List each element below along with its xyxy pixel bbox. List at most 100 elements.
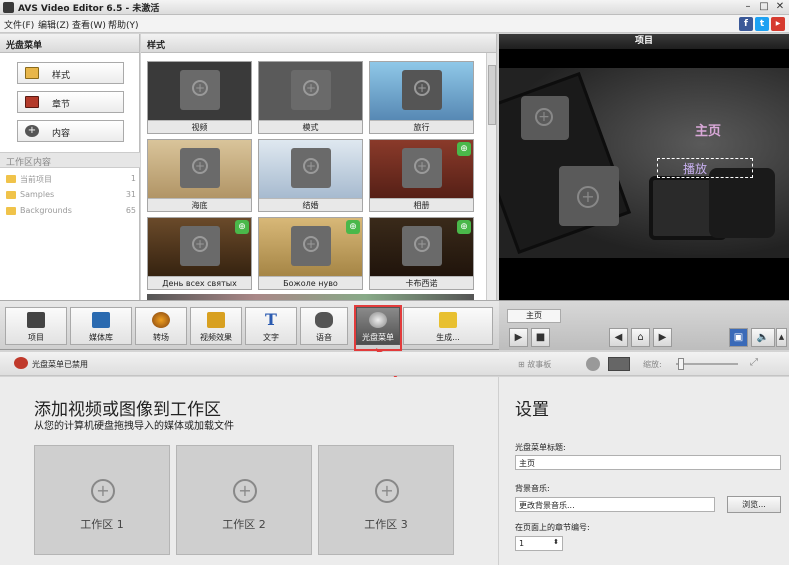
menu-title-input[interactable]: 主页 bbox=[515, 455, 781, 470]
folder-icon bbox=[6, 175, 16, 183]
snapshot-icon[interactable]: ▣ bbox=[729, 328, 748, 347]
workspace-header: 工作区内容 bbox=[0, 152, 140, 168]
nav-chapter-button[interactable]: 章节 bbox=[17, 91, 124, 113]
monitor-icon[interactable] bbox=[608, 357, 630, 371]
thumb-label: 模式 bbox=[259, 120, 362, 133]
toolbar-label: 文字 bbox=[263, 333, 279, 342]
media-library-icon bbox=[92, 312, 110, 328]
style-thumb-undersea[interactable]: + 海底 bbox=[147, 139, 252, 212]
style-thumb-travel[interactable]: + 旅行 bbox=[369, 61, 474, 134]
facebook-icon[interactable]: f bbox=[739, 17, 753, 31]
toolbar-label: 生成... bbox=[436, 333, 460, 342]
nav-chapter-label: 章节 bbox=[52, 100, 71, 110]
media-library-button[interactable]: 媒体库 bbox=[70, 307, 132, 345]
download-badge-icon: ⊕ bbox=[457, 220, 471, 234]
menu-bar: 文件(F) 编辑(Z) 查看(W) 帮助(Y) f t ▶ bbox=[0, 15, 789, 33]
preview-header: 项目 bbox=[499, 34, 789, 49]
menu-view[interactable]: 查看(W) bbox=[72, 18, 106, 31]
twitter-icon[interactable]: t bbox=[755, 17, 769, 31]
window-title: AVS Video Editor 6.5 - 未激活 bbox=[18, 4, 160, 14]
page-tab[interactable]: 主页 bbox=[507, 309, 561, 323]
microphone-icon bbox=[315, 312, 333, 328]
zone-label: 工作区 3 bbox=[364, 518, 408, 531]
thumb-label: 海底 bbox=[148, 198, 251, 211]
preview-title-text[interactable]: 主页 bbox=[695, 120, 721, 139]
plus-icon: + bbox=[192, 80, 208, 96]
thumb-label: Божоле нуво bbox=[259, 276, 362, 289]
stepper-arrows-icon[interactable]: ⬍ bbox=[553, 538, 559, 546]
transitions-button[interactable]: 转场 bbox=[135, 307, 187, 345]
disc-menu-status: 光盘菜单已禁用 bbox=[14, 357, 98, 372]
maximize-button[interactable]: □ bbox=[757, 1, 771, 13]
plus-icon: + bbox=[233, 479, 257, 503]
text-icon: T bbox=[265, 310, 277, 329]
workspace-subtitle: 从您的计算机硬盘拖拽导入的媒体或加载文件 bbox=[34, 421, 234, 432]
zoom-slider[interactable] bbox=[676, 363, 738, 365]
nav-content-button[interactable]: + 内容 bbox=[17, 120, 124, 142]
app-icon bbox=[3, 2, 14, 13]
menu-edit[interactable]: 编辑(Z) bbox=[38, 18, 69, 31]
bg-music-input[interactable]: 更改背景音乐... bbox=[515, 497, 715, 512]
chapter-count-value: 1 bbox=[519, 539, 525, 548]
workspace-zone-1[interactable]: + 工作区 1 bbox=[34, 445, 170, 555]
style-thumb-beaujolais[interactable]: ⊕ + Божоле нуво bbox=[258, 217, 363, 290]
styles-scrollbar[interactable] bbox=[486, 53, 496, 300]
storyboard-toggle[interactable]: ⊞ 故事板 bbox=[518, 359, 551, 370]
workspace-item-samples[interactable]: Samples 31 bbox=[0, 187, 140, 203]
plus-icon: + bbox=[91, 479, 115, 503]
style-thumb-wedding[interactable]: + 结婚 bbox=[258, 139, 363, 212]
plus-icon: + bbox=[414, 158, 430, 174]
youtube-icon[interactable]: ▶ bbox=[771, 17, 785, 31]
lower-toolbar: 光盘菜单已禁用 ⊞ 故事板 缩放: ⤢ bbox=[0, 352, 789, 376]
style-thumb-video[interactable]: + 视频 bbox=[147, 61, 252, 134]
play-button[interactable]: ▶ bbox=[509, 328, 528, 347]
text-button[interactable]: T 文字 bbox=[245, 307, 297, 345]
produce-icon bbox=[439, 312, 457, 328]
zoom-slider-handle[interactable] bbox=[678, 358, 684, 370]
toolbar-label: 项目 bbox=[28, 333, 44, 342]
plus-icon: + bbox=[192, 158, 208, 174]
preview-panel: 项目 + + 主页 播放 bbox=[499, 34, 789, 300]
menu-help[interactable]: 帮助(Y) bbox=[108, 18, 139, 31]
video-effects-button[interactable]: 视频效果 bbox=[190, 307, 242, 345]
style-thumb-halloween[interactable]: ⊕ + День всех святых bbox=[147, 217, 252, 290]
zone-label: 工作区 1 bbox=[80, 518, 124, 531]
chapter-count-label: 在页面上的章节编号: bbox=[515, 523, 590, 532]
folder-icon bbox=[6, 207, 16, 215]
stop-button[interactable]: ■ bbox=[531, 328, 550, 347]
voice-button[interactable]: 语音 bbox=[300, 307, 348, 345]
zone-label: 工作区 2 bbox=[222, 518, 266, 531]
produce-button[interactable]: 生成... bbox=[403, 307, 493, 345]
thumb-label: 相册 bbox=[370, 198, 473, 211]
style-thumb-pattern[interactable]: + 模式 bbox=[258, 61, 363, 134]
thumb-label: 结婚 bbox=[259, 198, 362, 211]
plus-icon: + bbox=[577, 186, 599, 208]
thumb-label: 旅行 bbox=[370, 120, 473, 133]
nav-style-button[interactable]: 样式 bbox=[17, 62, 124, 84]
preview-play-text[interactable]: 播放 bbox=[683, 160, 707, 177]
home-page-button[interactable]: ⌂ bbox=[631, 328, 650, 347]
menu-file[interactable]: 文件(F) bbox=[4, 18, 34, 31]
workspace-item-current[interactable]: 当前项目 1 bbox=[0, 171, 140, 187]
style-icon bbox=[25, 67, 39, 79]
toolbar-label: 视频效果 bbox=[200, 333, 232, 342]
next-page-button[interactable]: ▶ bbox=[653, 328, 672, 347]
zoom-fit-icon[interactable]: ⤢ bbox=[750, 357, 758, 368]
volume-up-arrow[interactable]: ▲ bbox=[776, 328, 787, 347]
close-button[interactable]: ✕ bbox=[773, 1, 787, 13]
project-button[interactable]: 项目 bbox=[5, 307, 67, 345]
browse-button[interactable]: 浏览... bbox=[727, 496, 781, 513]
workspace-zone-2[interactable]: + 工作区 2 bbox=[176, 445, 312, 555]
workspace-item-backgrounds[interactable]: Backgrounds 65 bbox=[0, 203, 140, 219]
style-thumb-cappuccino[interactable]: ⊕ + 卡布西诺 bbox=[369, 217, 474, 290]
volume-icon[interactable]: 🔈 bbox=[751, 328, 775, 347]
workspace-zone-3[interactable]: + 工作区 3 bbox=[318, 445, 454, 555]
preview-stage[interactable]: + + 主页 播放 bbox=[499, 68, 789, 258]
previous-page-button[interactable]: ◀ bbox=[609, 328, 628, 347]
disc-menu-panel: 光盘菜单 样式 章节 + 内容 工作区内容 当前项目 1 Samples 31 … bbox=[0, 34, 140, 300]
chapter-count-stepper[interactable]: 1 ⬍ bbox=[515, 536, 563, 551]
voice-record-icon[interactable] bbox=[586, 357, 600, 371]
minimize-button[interactable]: – bbox=[741, 1, 755, 13]
style-thumb-album[interactable]: ⊕ + 相册 bbox=[369, 139, 474, 212]
scrollbar-thumb[interactable] bbox=[488, 65, 496, 125]
